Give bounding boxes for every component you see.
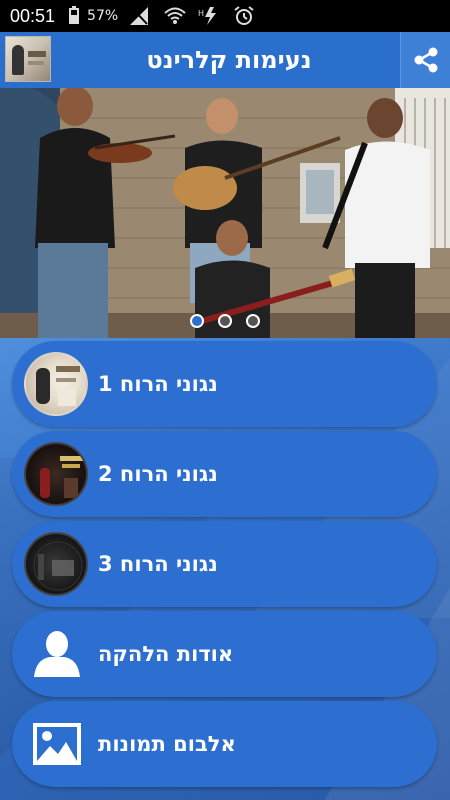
image-icon <box>30 717 84 771</box>
menu-item-label: נגוני הרוח 1 <box>98 372 218 396</box>
album-cover-3-icon <box>24 532 88 596</box>
data-icon: H <box>198 7 217 25</box>
pager-dot[interactable] <box>218 314 232 328</box>
alarm-icon <box>234 6 254 25</box>
pager-dot[interactable] <box>190 314 204 328</box>
status-time: 00:51 <box>10 5 56 26</box>
menu-item-album-1[interactable]: נגוני הרוח 1 <box>12 341 437 427</box>
share-icon <box>414 47 437 73</box>
menu-item-label: נגוני הרוח 3 <box>98 552 218 576</box>
pager-dot[interactable] <box>246 314 260 328</box>
band-photo <box>0 88 450 338</box>
app-header: נעימות קלרינט <box>0 32 450 88</box>
banner-slideshow[interactable] <box>0 88 450 338</box>
app-logo[interactable] <box>5 36 51 82</box>
menu-item-about[interactable]: אודות הלהקה <box>12 611 437 697</box>
menu-item-gallery[interactable]: אלבום תמונות <box>12 701 437 787</box>
battery-percent: 57% <box>87 8 119 24</box>
menu-item-album-3[interactable]: נגוני הרוח 3 <box>12 521 437 607</box>
banner-pager <box>0 314 450 328</box>
album-cover-1-icon <box>24 352 88 416</box>
menu-item-album-2[interactable]: נגוני הרוח 2 <box>12 431 437 517</box>
battery-icon <box>69 6 80 24</box>
share-button[interactable] <box>400 32 450 88</box>
album-cover-2-icon <box>24 442 88 506</box>
signal-icon <box>130 7 149 25</box>
menu-item-label: אודות הלהקה <box>98 642 234 666</box>
wifi-icon <box>164 7 186 24</box>
person-icon <box>30 627 84 681</box>
page-title: נעימות קלרינט <box>146 46 312 74</box>
status-bar: 00:51 57% H <box>0 0 450 32</box>
svg-text:H: H <box>198 9 204 18</box>
menu-item-label: נגוני הרוח 2 <box>98 462 218 486</box>
menu-item-label: אלבום תמונות <box>98 732 236 756</box>
